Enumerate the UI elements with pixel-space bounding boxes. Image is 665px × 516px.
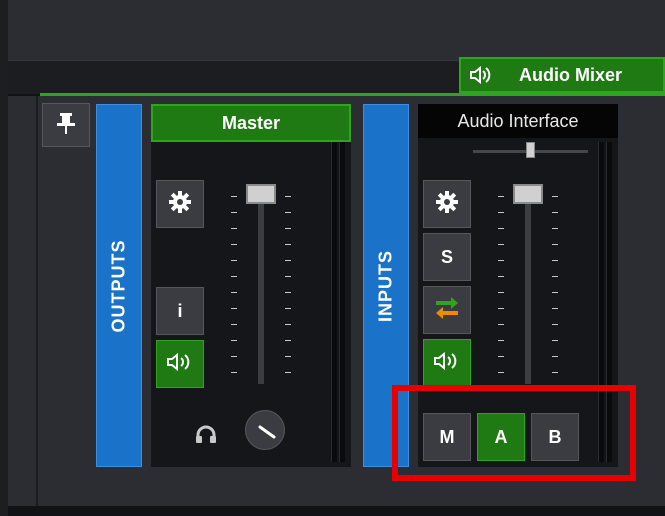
fader-tick [498,340,504,341]
inputs-label: INPUTS [375,249,396,322]
speaker-icon [432,350,462,377]
fader-tick [498,212,504,213]
audio-interface-title: Audio Interface [418,104,618,138]
speaker-icon [461,64,501,86]
fader-tick [498,276,504,277]
fader-tick [552,308,558,309]
master-title: Master [151,104,351,142]
swap-arrows-icon [433,295,461,326]
swap-channels-button[interactable] [423,286,471,334]
tab-audio-mixer[interactable]: Audio Mixer [459,57,665,93]
fader-tick [285,308,291,309]
fader-tick [231,244,237,245]
fader-tick [498,228,504,229]
highlight-box [392,385,636,481]
pin-icon [56,111,76,140]
master-fader[interactable] [225,184,297,384]
fader-tick [552,260,558,261]
fader-tick [231,356,237,357]
fader-tick [552,276,558,277]
panel-divider [36,96,38,506]
fader-tick [285,356,291,357]
fader-tick [285,260,291,261]
fader-tick [285,340,291,341]
fader-tick [285,292,291,293]
fader-tick [285,212,291,213]
fader-track [258,192,264,384]
fader-tick [498,292,504,293]
fader-thumb[interactable] [513,184,543,204]
fader-tick [231,372,237,373]
fader-track [525,192,531,384]
fader-tick [552,372,558,373]
title-bar [0,0,665,60]
master-mute-button[interactable] [156,340,204,388]
fader-tick [498,196,504,197]
gear-icon [435,190,459,219]
tab-label: Audio Mixer [519,64,623,85]
solo-label: S [440,246,453,267]
fader-tick [285,228,291,229]
fader-tick [552,324,558,325]
fader-tick [231,196,237,197]
fader-tick [231,340,237,341]
fader-tick [552,340,558,341]
fader-tick [285,276,291,277]
info-label: i [177,300,183,321]
input-settings-button[interactable] [423,180,471,228]
fader-tick [231,276,237,277]
input-fader[interactable] [492,184,564,384]
fader-tick [231,308,237,309]
fader-tick [285,244,291,245]
fader-tick [231,292,237,293]
master-strip: Master i [151,104,351,467]
fader-tick [285,324,291,325]
master-meter-right [339,142,345,462]
fader-tick [552,356,558,357]
fader-tick [552,244,558,245]
headphones-icon [195,424,217,449]
fader-tick [552,292,558,293]
fader-tick [498,244,504,245]
monitor-volume-knob[interactable] [245,410,285,450]
speaker-icon [165,351,195,378]
fader-tick [231,228,237,229]
fader-tick [498,356,504,357]
gear-icon [168,190,192,219]
fader-tick [498,308,504,309]
outputs-tab[interactable]: OUTPUTS [96,104,142,467]
master-settings-button[interactable] [156,180,204,228]
fader-tick [552,196,558,197]
fader-tick [285,372,291,373]
fader-tick [231,324,237,325]
master-meter-left [331,142,337,462]
input-mute-button[interactable] [423,339,471,387]
balance-slider[interactable] [473,142,588,160]
fader-tick [498,260,504,261]
fader-tick [552,228,558,229]
fader-tick [285,196,291,197]
fader-tick [231,212,237,213]
pin-button[interactable] [42,103,90,147]
fader-tick [498,324,504,325]
solo-button[interactable]: S [423,233,471,281]
balance-thumb[interactable] [526,142,535,158]
master-info-button[interactable]: i [156,287,204,335]
fader-tick [552,212,558,213]
fader-thumb[interactable] [246,184,276,204]
left-edge [0,0,8,516]
fader-tick [231,260,237,261]
outputs-label: OUTPUTS [108,238,129,333]
fader-tick [498,372,504,373]
